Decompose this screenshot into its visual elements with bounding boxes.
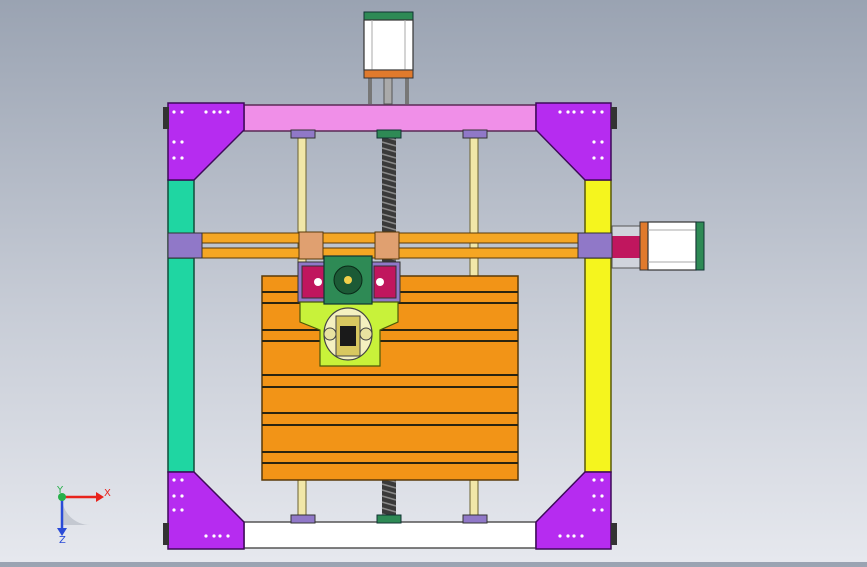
top-rail: [243, 104, 537, 132]
triad-y-label: Y: [56, 485, 64, 496]
left-rail: [167, 179, 195, 473]
corner-plate-bottom-right: [535, 471, 617, 550]
cad-viewport[interactable]: X Y Z: [0, 0, 867, 562]
right-stepper-motor[interactable]: [611, 221, 705, 271]
right-rail: [584, 179, 612, 473]
axis-triad: X Y Z: [56, 485, 111, 546]
bottom-rail: [243, 521, 537, 549]
triad-z-label: Z: [59, 535, 66, 546]
cad-model-view[interactable]: X Y Z: [0, 0, 867, 562]
top-stepper-motor[interactable]: [363, 11, 414, 105]
corner-plate-top-right: [535, 102, 617, 181]
x-gantry[interactable]: [167, 231, 613, 260]
triad-x-label: X: [104, 488, 111, 499]
